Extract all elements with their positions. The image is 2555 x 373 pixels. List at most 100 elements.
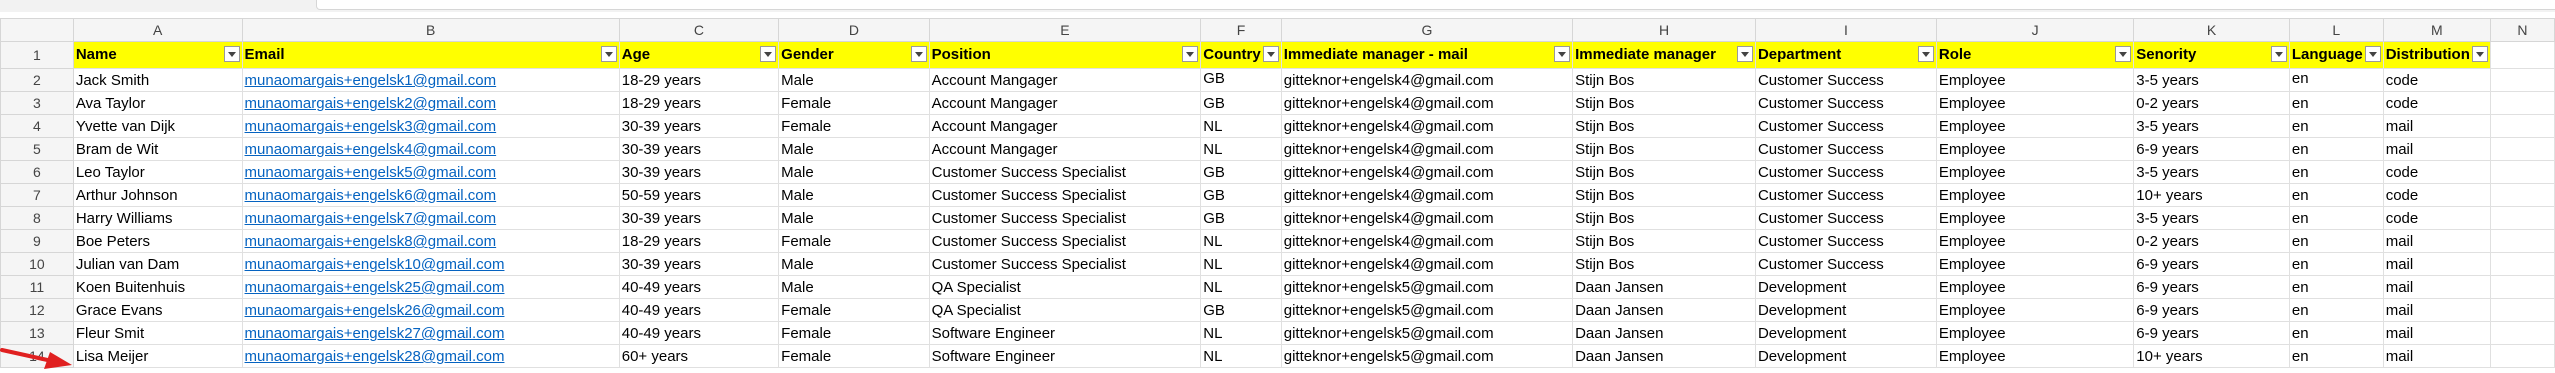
cell-position[interactable]: QA Specialist [928,275,1202,299]
cell-position[interactable]: Customer Success Specialist [928,206,1202,230]
cell-age[interactable]: 18-29 years [618,68,780,92]
cell-empty[interactable] [2489,321,2555,345]
cell-name[interactable]: Koen Buitenhuis [72,275,243,299]
cell-gender[interactable]: Female [778,321,930,345]
header-cell[interactable]: Role [1935,41,2135,69]
cell-name[interactable]: Leo Taylor [72,160,243,184]
cell-empty[interactable] [2489,298,2555,322]
header-cell[interactable]: Distribution [2382,41,2491,69]
cell-country[interactable]: GB [1200,160,1282,184]
cell-lang[interactable]: en [2288,321,2384,345]
column-header-m[interactable]: M [2382,18,2491,42]
cell-empty[interactable] [2489,252,2555,276]
cell-email[interactable]: munaomargais+engelsk8@gmail.com [241,229,620,253]
cell-age[interactable]: 18-29 years [618,229,780,253]
cell-country[interactable]: GB [1200,91,1282,115]
cell-country[interactable]: NL [1200,252,1282,276]
cell-dept[interactable]: Customer Success [1754,229,1937,253]
filter-dropdown-icon[interactable] [1262,46,1279,62]
row-header[interactable]: 4 [0,114,74,138]
header-cell[interactable]: Language [2288,41,2384,69]
filter-dropdown-icon[interactable] [760,46,777,62]
cell-position[interactable]: Account Mangager [928,91,1202,115]
row-header[interactable]: 7 [0,183,74,207]
cell-age[interactable]: 40-49 years [618,298,780,322]
formula-input[interactable] [316,0,2555,10]
cell-mgr[interactable]: Stijn Bos [1572,252,1756,276]
cell-mgr[interactable]: Stijn Bos [1572,68,1756,92]
cell-mgr-mail[interactable]: gitteknor+engelsk4@gmail.com [1280,252,1574,276]
cell-position[interactable]: Customer Success Specialist [928,183,1202,207]
cell-role[interactable]: Employee [1935,344,2135,368]
header-cell[interactable]: Position [928,41,1202,69]
cell-name[interactable]: Ava Taylor [72,91,243,115]
header-cell[interactable]: Immediate manager - mail [1280,41,1574,69]
cell-age[interactable]: 60+ years [618,344,780,368]
cell-dept[interactable]: Customer Success [1754,114,1937,138]
cell-role[interactable]: Employee [1935,298,2135,322]
header-cell[interactable]: Country [1200,41,1282,69]
cell-dept[interactable]: Customer Success [1754,206,1937,230]
cell-seniority[interactable]: 10+ years [2133,344,2290,368]
cell-gender[interactable]: Male [778,183,930,207]
cell-gender[interactable]: Male [778,160,930,184]
email-link[interactable]: munaomargais+engelsk6@gmail.com [245,187,497,204]
cell-country[interactable]: GB [1200,206,1282,230]
cell-mgr-mail[interactable]: gitteknor+engelsk5@gmail.com [1280,275,1574,299]
column-header-i[interactable]: I [1754,18,1937,42]
cell-email[interactable]: munaomargais+engelsk1@gmail.com [241,68,620,92]
cell-mgr-mail[interactable]: gitteknor+engelsk4@gmail.com [1280,137,1574,161]
cell-dist[interactable]: mail [2382,137,2491,161]
cell-mgr[interactable]: Stijn Bos [1572,137,1756,161]
row-header[interactable]: 3 [0,91,74,115]
cell-name[interactable]: Julian van Dam [72,252,243,276]
cell-seniority[interactable]: 3-5 years [2133,114,2290,138]
cell-empty[interactable] [2489,275,2555,299]
cell-lang[interactable]: en [2288,344,2384,368]
row-header[interactable]: 5 [0,137,74,161]
cell-mgr[interactable]: Daan Jansen [1572,321,1756,345]
email-link[interactable]: munaomargais+engelsk25@gmail.com [245,279,505,296]
cell-name[interactable]: Harry Williams [72,206,243,230]
cell-dept[interactable]: Customer Success [1754,91,1937,115]
cell-lang[interactable]: en [2288,298,2384,322]
cell-email[interactable]: munaomargais+engelsk5@gmail.com [241,160,620,184]
header-cell[interactable]: Immediate manager [1572,41,1756,69]
cell-role[interactable]: Employee [1935,275,2135,299]
cell-empty[interactable] [2489,229,2555,253]
cell-gender[interactable]: Male [778,137,930,161]
cell-name[interactable]: Grace Evans [72,298,243,322]
cell-seniority[interactable]: 6-9 years [2133,321,2290,345]
cell-name[interactable]: Bram de Wit [72,137,243,161]
cell-lang[interactable]: en [2288,229,2384,253]
row-header[interactable]: 12 [0,298,74,322]
cell-role[interactable]: Employee [1935,183,2135,207]
email-link[interactable]: munaomargais+engelsk8@gmail.com [245,233,497,250]
cell-email[interactable]: munaomargais+engelsk25@gmail.com [241,275,620,299]
cell-lang[interactable]: en [2288,91,2384,115]
cell-mgr-mail[interactable]: gitteknor+engelsk5@gmail.com [1280,321,1574,345]
cell-mgr-mail[interactable]: gitteknor+engelsk4@gmail.com [1280,160,1574,184]
cell-empty[interactable] [2489,183,2555,207]
cell-country[interactable]: GB [1200,183,1282,207]
cell-age[interactable]: 30-39 years [618,137,780,161]
row-header[interactable]: 10 [0,252,74,276]
cell-gender[interactable]: Female [778,91,930,115]
cell-age[interactable]: 30-39 years [618,160,780,184]
cell-gender[interactable]: Male [778,252,930,276]
cell-position[interactable]: Customer Success Specialist [928,252,1202,276]
cell-position[interactable]: Account Mangager [928,114,1202,138]
cell-country[interactable]: GB [1200,68,1282,92]
cell-email[interactable]: munaomargais+engelsk7@gmail.com [241,206,620,230]
cell-dist[interactable]: mail [2382,344,2491,368]
cell-seniority[interactable]: 0-2 years [2133,229,2290,253]
column-header-k[interactable]: K [2133,18,2290,42]
filter-dropdown-icon[interactable] [1917,46,1934,62]
cell-dist[interactable]: code [2382,160,2491,184]
filter-dropdown-icon[interactable] [2364,46,2381,62]
header-cell[interactable]: Department [1754,41,1937,69]
cell-seniority[interactable]: 10+ years [2133,183,2290,207]
header-cell[interactable]: Age [618,41,780,69]
cell-age[interactable]: 30-39 years [618,252,780,276]
cell-mgr-mail[interactable]: gitteknor+engelsk5@gmail.com [1280,298,1574,322]
